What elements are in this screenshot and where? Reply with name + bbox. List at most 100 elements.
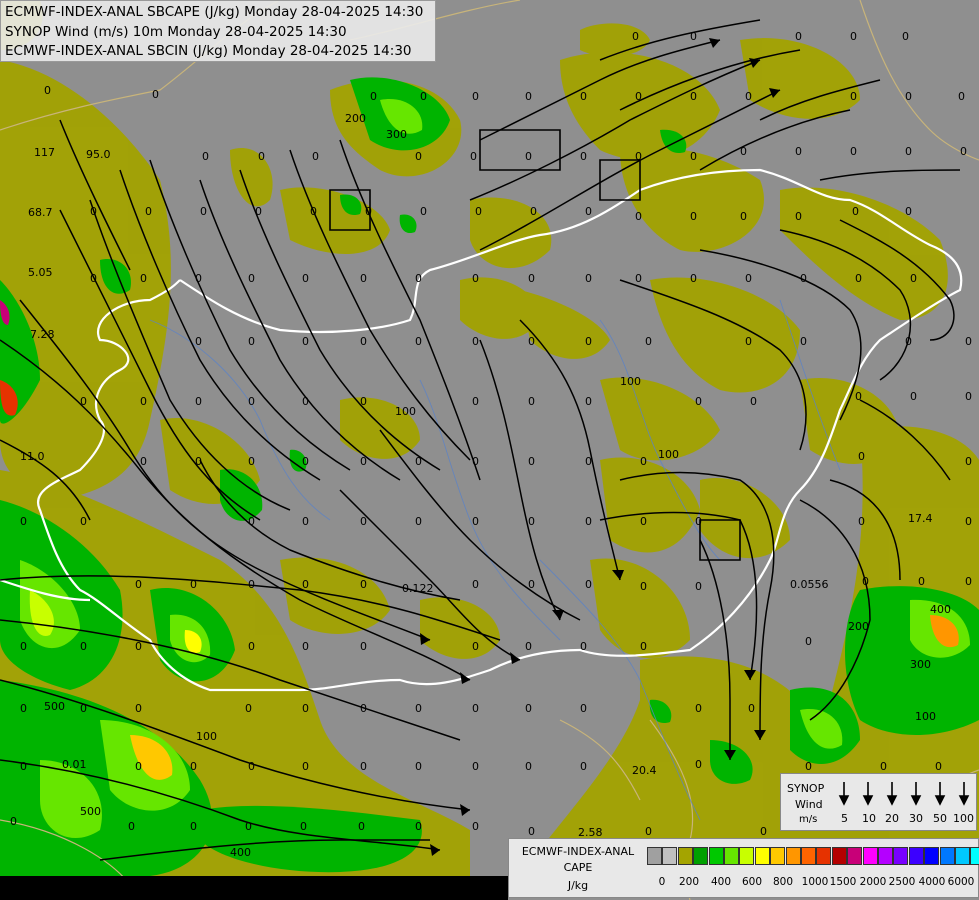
map-label: 0	[472, 820, 479, 833]
map-label: 0	[795, 30, 802, 43]
map-label: 0	[905, 335, 912, 348]
map-label: 0	[800, 272, 807, 285]
map-label: 0	[135, 760, 142, 773]
map-label: 0	[935, 760, 942, 773]
map-label: 0	[312, 150, 319, 163]
map-label: 0	[528, 455, 535, 468]
title-sbcin: ECMWF-INDEX-ANAL SBCIN (J/kg) Monday 28-…	[5, 43, 412, 59]
cape-legend-subtitle: CAPE	[563, 861, 593, 874]
map-label: 0	[695, 580, 702, 593]
cape-legend-title: ECMWF-INDEX-ANAL	[521, 845, 635, 858]
map-label: 0	[358, 820, 365, 833]
map-label: 0	[202, 150, 209, 163]
map-label: 0	[135, 702, 142, 715]
map-label: 0	[528, 335, 535, 348]
map-label: 0	[690, 272, 697, 285]
map-label: 0	[195, 335, 202, 348]
synop-legend-title: SYNOP	[787, 782, 825, 795]
map-label: 0	[195, 455, 202, 468]
map-label: 0	[415, 150, 422, 163]
map-label: 0	[748, 702, 755, 715]
map-label: 0	[528, 578, 535, 591]
map-label: 0	[248, 335, 255, 348]
map-label: 0	[245, 820, 252, 833]
map-label: 0	[695, 702, 702, 715]
map-label: 0	[640, 640, 647, 653]
map-label: 0	[745, 272, 752, 285]
map-label: 0	[850, 30, 857, 43]
map-label: 0	[248, 578, 255, 591]
map-label: 0	[80, 395, 87, 408]
map-label: 0	[415, 455, 422, 468]
map-label: 0	[585, 272, 592, 285]
map-label: 0	[248, 395, 255, 408]
map-label: 0	[140, 272, 147, 285]
map-label: 0	[302, 335, 309, 348]
map-label: 100	[658, 448, 679, 461]
map-label: 0	[635, 90, 642, 103]
map-label: 300	[910, 658, 931, 671]
map-label: 400	[230, 846, 251, 859]
map-label: 0	[472, 90, 479, 103]
map-label: 0	[470, 150, 477, 163]
cape-tick: 2500	[888, 876, 916, 888]
map-label: 0	[528, 395, 535, 408]
map-label: 0	[195, 272, 202, 285]
map-label: 0	[585, 395, 592, 408]
map-label: 0	[690, 210, 697, 223]
cape-color-swatch	[970, 847, 979, 865]
map-label: 0	[44, 84, 51, 97]
map-label: 0	[965, 335, 972, 348]
map-label: 0	[525, 760, 532, 773]
cape-color-swatch	[801, 847, 816, 865]
cape-tick: 200	[678, 876, 700, 888]
map-label: 0	[585, 335, 592, 348]
map-label: 0	[248, 640, 255, 653]
cape-tick: 600	[741, 876, 763, 888]
map-label: 0.0556	[790, 578, 829, 591]
synop-value: 10	[862, 812, 876, 825]
cape-color-swatch	[893, 847, 909, 865]
map-label: 0	[760, 825, 767, 838]
map-label: 0	[248, 272, 255, 285]
map-label: 0	[910, 390, 917, 403]
synop-legend-sub: Wind	[795, 798, 823, 811]
map-label: 0	[745, 335, 752, 348]
map-label: 0	[302, 640, 309, 653]
map-label: 0	[858, 515, 865, 528]
map-label: 0	[145, 205, 152, 218]
cape-tick: 1500	[829, 876, 857, 888]
map-label: 0	[585, 205, 592, 218]
map-label: 0	[585, 455, 592, 468]
map-label: 0	[365, 205, 372, 218]
map-label: 500	[44, 700, 65, 713]
map-label: 0	[855, 390, 862, 403]
map-label: 0	[302, 515, 309, 528]
map-label: 0	[415, 760, 422, 773]
map-label: 0	[525, 90, 532, 103]
cape-tick: 6000	[947, 876, 975, 888]
map-label: 0	[862, 575, 869, 588]
map-label: 20.4	[632, 764, 657, 777]
map-label: 0	[580, 760, 587, 773]
map-label: 0	[855, 272, 862, 285]
map-label: 0	[302, 455, 309, 468]
map-label: 0	[690, 150, 697, 163]
map-label: 0	[640, 515, 647, 528]
cape-tick: 2000	[859, 876, 887, 888]
map-label: 0	[580, 90, 587, 103]
map-label: 0	[958, 90, 965, 103]
map-label: 0	[415, 515, 422, 528]
map-label: 0	[795, 145, 802, 158]
map-label: 0	[140, 455, 147, 468]
map-label: 0	[525, 640, 532, 653]
map-label: 0	[90, 272, 97, 285]
map-label: 400	[930, 603, 951, 616]
map-label: 95.0	[86, 148, 111, 161]
map-label: 0	[960, 145, 967, 158]
cape-color-swatch	[708, 847, 724, 865]
cape-color-swatch	[677, 847, 693, 865]
map-label: 0	[128, 820, 135, 833]
map-label: 0	[475, 205, 482, 218]
map-label: 0	[302, 702, 309, 715]
